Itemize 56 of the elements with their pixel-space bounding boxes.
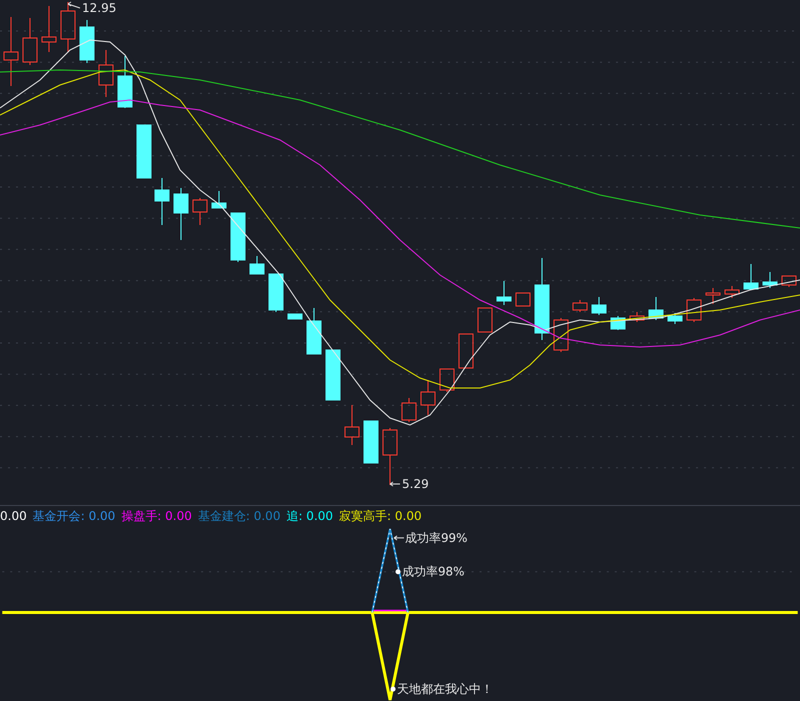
indicator-reading: 操盘手: 0.00 (121, 508, 192, 524)
indicator-reading: 基金开会: 0.00 (32, 508, 116, 524)
signal-label: 天地都在我心中！ (397, 682, 494, 696)
candlestick (744, 264, 758, 290)
candlestick (572, 300, 588, 312)
candlestick (420, 380, 436, 416)
indicator-reading: 追: 0.00 (286, 508, 334, 524)
candlestick (326, 350, 340, 400)
candlestick (136, 124, 152, 178)
candlestick (192, 198, 208, 226)
candlestick (230, 212, 246, 262)
candlestick (440, 368, 454, 392)
candlestick (306, 308, 322, 354)
candlestick (288, 314, 302, 320)
candlestick (686, 298, 702, 322)
indicator-reading: 基金建仓: 0.00 (198, 508, 280, 524)
candlestick (118, 56, 132, 108)
candlestick (762, 272, 778, 288)
candlestick (154, 178, 170, 226)
price-label: 12.95 (82, 1, 116, 15)
candlestick (42, 6, 56, 52)
signal-label: 成功率98% (402, 564, 464, 579)
candlestick (212, 190, 226, 208)
indicator-reading: 0.00 (0, 509, 27, 523)
candlestick (364, 420, 378, 464)
candlestick (174, 188, 188, 240)
candlestick (80, 20, 94, 64)
signal-label: 成功率99% (404, 530, 468, 545)
candlestick (344, 404, 360, 446)
marker-dot (390, 686, 396, 692)
candlestick (60, 2, 76, 52)
candlestick (554, 318, 568, 352)
leader-line (68, 2, 80, 8)
candlestick (98, 50, 114, 98)
candlestick (496, 280, 512, 306)
leader-line (390, 482, 400, 486)
candlestick (382, 428, 398, 486)
leader-line (394, 535, 404, 540)
candlestick (630, 312, 644, 322)
candlestick (724, 286, 740, 298)
candlestick (592, 296, 606, 316)
candlestick (268, 274, 284, 312)
candlestick (478, 308, 492, 332)
candlestick (516, 292, 530, 306)
candlestick (402, 398, 416, 422)
candlestick (4, 16, 18, 86)
candlestick (22, 18, 38, 66)
candlestick (782, 276, 796, 288)
price-label: 5.29 (402, 477, 429, 491)
candlestick (668, 312, 682, 324)
indicator-reading: 寂寞高手: 0.00 (339, 508, 422, 524)
marker-dot (396, 569, 400, 574)
candlestick (458, 334, 474, 368)
candlestick (250, 256, 264, 274)
candlestick (706, 288, 720, 304)
candlestick (648, 296, 664, 320)
